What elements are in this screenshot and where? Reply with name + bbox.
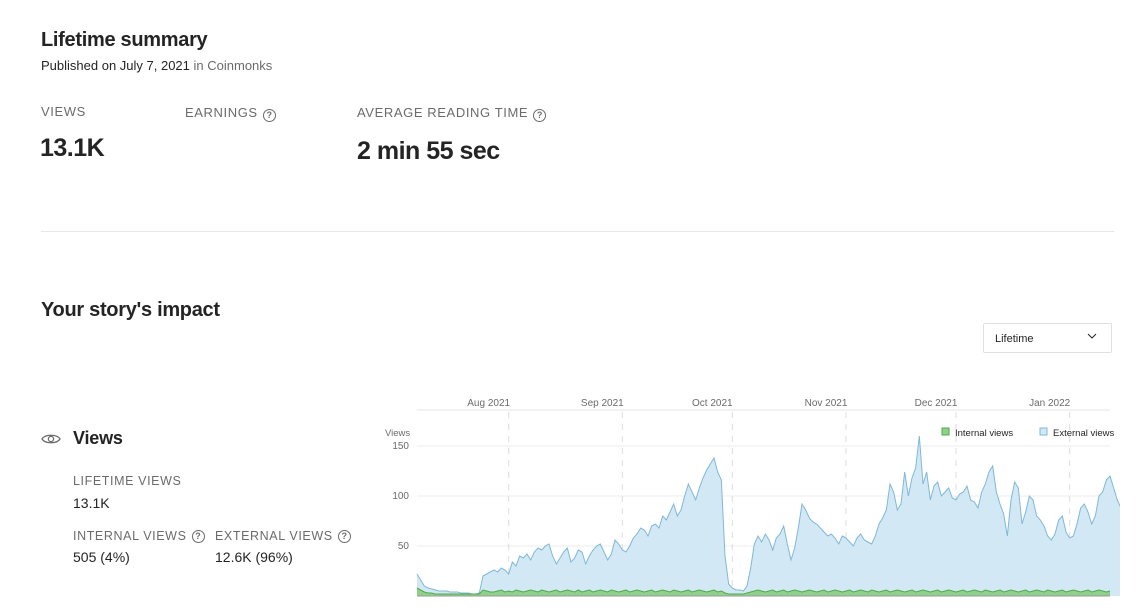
x-tick-label: Oct 2021	[692, 398, 733, 409]
earnings-metric: EARNINGS?	[185, 104, 276, 123]
y-tick-label: 50	[398, 541, 410, 552]
external-views-label: EXTERNAL VIEWS	[215, 529, 333, 543]
lifetime-summary-title: Lifetime summary	[41, 29, 208, 51]
published-date: Published on July 7, 2021	[41, 58, 190, 73]
x-tick-label: Sep 2021	[581, 398, 624, 409]
external-views-metric: EXTERNAL VIEWS?	[215, 527, 351, 545]
views-chart[interactable]: 50 100 150 Aug 2021 Sep 2021 Oct 2021 Nov 2021…	[380, 388, 1120, 613]
y-tick-label: 100	[392, 491, 409, 502]
avg-reading-metric-label: AVERAGE READING TIME	[357, 105, 529, 120]
published-info: Published on July 7, 2021 in Coinmonks	[41, 58, 272, 73]
internal-views-label: INTERNAL VIEWS	[73, 529, 187, 543]
views-section-header: Views	[41, 428, 123, 449]
help-icon[interactable]: ?	[533, 109, 547, 123]
published-in: in	[193, 58, 204, 73]
lifetime-views-value: 13.1K	[73, 495, 110, 511]
external-views-value: 12.6K (96%)	[215, 549, 293, 565]
range-select[interactable]: Lifetime	[983, 323, 1112, 353]
internal-views-metric: INTERNAL VIEWS?	[73, 527, 205, 545]
x-tick-label: Jan 2022	[1029, 398, 1071, 409]
lifetime-views-label: LIFETIME VIEWS	[73, 474, 182, 488]
section-divider	[41, 231, 1114, 232]
legend-internal-swatch	[941, 427, 950, 436]
views-section-title: Views	[73, 428, 123, 448]
help-icon[interactable]: ?	[262, 109, 276, 123]
views-metric-value: 13.1K	[40, 134, 105, 162]
earnings-metric-label: EARNINGS	[185, 105, 258, 120]
views-metric-label: VIEWS	[41, 104, 86, 119]
help-icon[interactable]: ?	[191, 530, 205, 544]
chevron-down-icon	[1087, 333, 1097, 339]
eye-icon	[41, 434, 61, 443]
story-impact-title: Your story's impact	[41, 299, 220, 321]
legend-external-label: External views	[1053, 428, 1114, 439]
range-select-value: Lifetime	[995, 333, 1034, 345]
x-tick-label: Dec 2021	[915, 398, 958, 409]
external-views-area	[417, 436, 1120, 596]
legend-external-swatch	[1039, 427, 1048, 436]
internal-views-value: 505 (4%)	[73, 549, 130, 565]
y-tick-label: 150	[392, 441, 409, 452]
help-icon[interactable]: ?	[337, 530, 351, 544]
x-tick-label: Aug 2021	[467, 398, 510, 409]
legend-internal-label: Internal views	[955, 428, 1013, 439]
y-axis-label: Views	[385, 428, 410, 439]
avg-reading-metric: AVERAGE READING TIME?	[357, 104, 547, 123]
avg-reading-metric-value: 2 min 55 sec	[357, 137, 500, 165]
x-tick-label: Nov 2021	[805, 398, 848, 409]
publication-link[interactable]: Coinmonks	[207, 58, 272, 73]
